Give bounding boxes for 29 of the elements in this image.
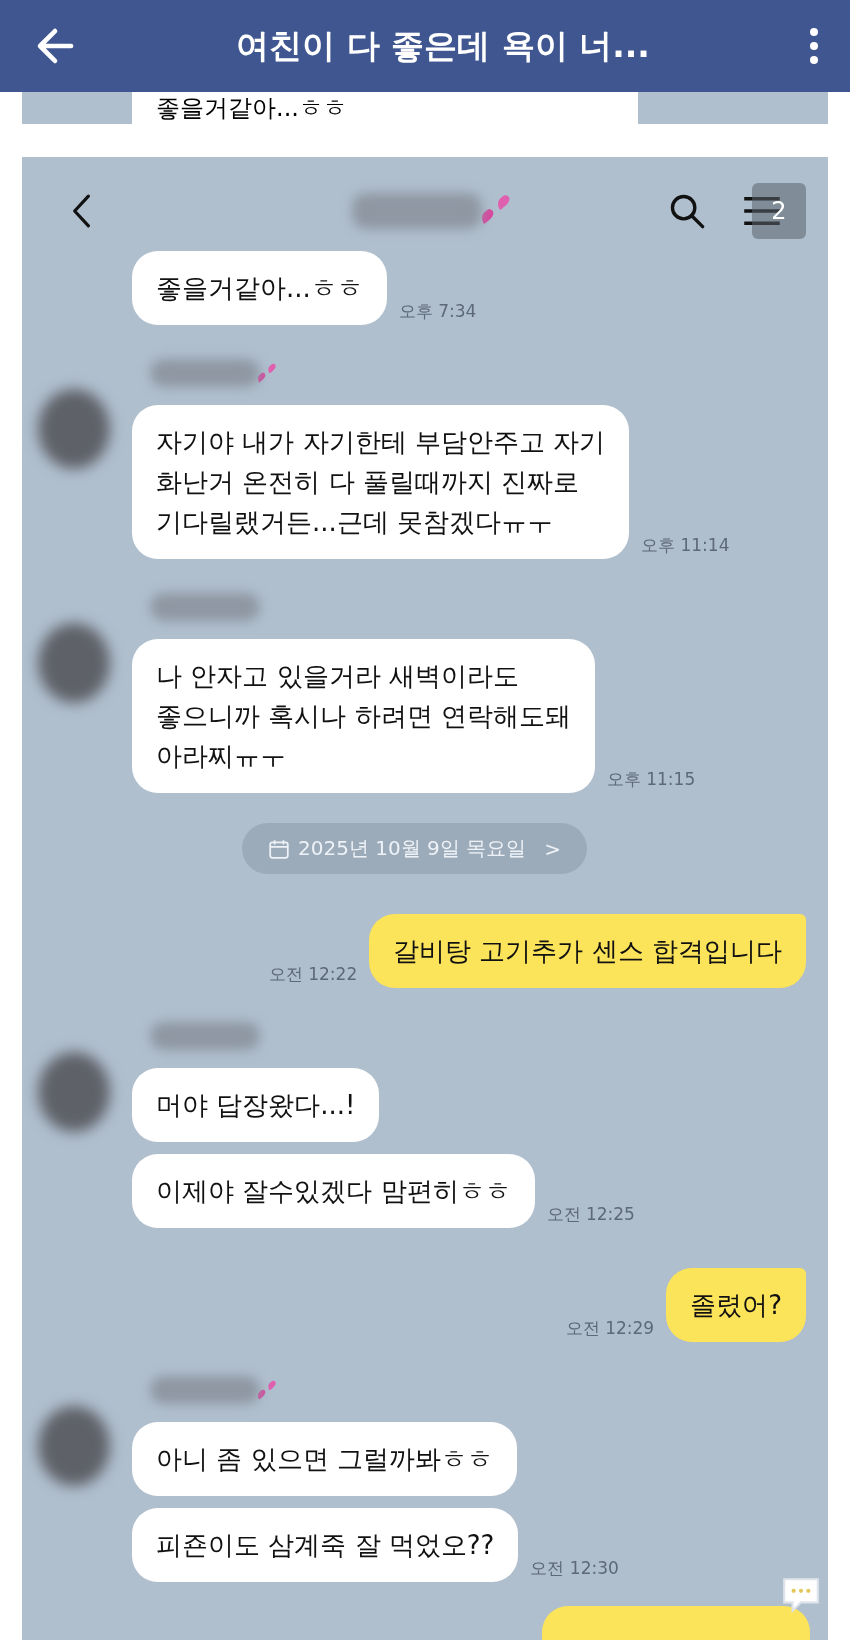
message-bubble: 좋을거같아...ㅎㅎ — [132, 251, 387, 325]
chevron-icon: > — [544, 836, 561, 861]
message-time: 오전 12:30 — [530, 1557, 619, 1580]
message-bubble: 피죤이도 삼계죽 잘 먹었오?? — [132, 1508, 519, 1582]
menu-icon[interactable] — [742, 194, 782, 228]
message-bubble: 머야 답장왔다...! — [132, 1068, 380, 1142]
message-bubble: 이제야 잘수있겠다 맘편히ㅎㅎ — [132, 1154, 535, 1228]
message-bubble: 아니 좀 있으면 그럴까봐ㅎㅎ — [132, 1422, 517, 1496]
message-bubble: 갈비탕 고기추가 센스 합격입니다 — [369, 914, 806, 988]
message-time: 오후 11:15 — [606, 768, 696, 791]
message-time: 오전 12:25 — [546, 1203, 635, 1226]
avatar[interactable] — [38, 1406, 110, 1486]
calendar-icon — [268, 837, 290, 860]
unread-badge: 2 — [752, 183, 806, 239]
date-label: 2025년 10월 9일 목요일 — [298, 835, 527, 862]
message-time: 오전 12:29 — [565, 1317, 655, 1340]
message-time: 오후 7:34 — [398, 300, 477, 323]
message-bubble: 졸렸어? — [666, 1268, 806, 1342]
message-bubble: 나 안자고 있을거라 새벽이라도 좋으니까 혹시나 하려면 연락해도돼 아라찌ㅠㅜ — [132, 639, 595, 793]
back-chevron-icon[interactable] — [70, 193, 92, 229]
search-icon[interactable] — [668, 192, 706, 230]
message-time: 오전 12:22 — [268, 963, 358, 986]
more-options-icon[interactable] — [808, 26, 820, 66]
avatar[interactable] — [38, 1052, 110, 1132]
message-time: 오후 11:14 — [641, 534, 730, 557]
avatar[interactable] — [38, 623, 110, 703]
message-bubble: 자기야 내가 자기한테 부담안주고 자기 화난거 온전히 다 풀릴때까지 진짜로 기다릴랬거든...근데 못참겠다ㅠㅜ — [132, 405, 630, 559]
page-title: 여친이 다 좋은데 욕이 너... — [235, 24, 651, 67]
avatar[interactable] — [38, 389, 110, 469]
